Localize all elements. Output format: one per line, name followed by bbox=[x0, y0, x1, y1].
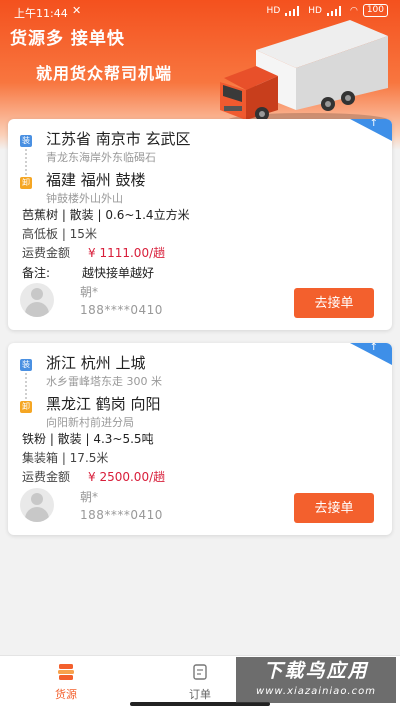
unload-address: 钟鼓楼外山外山 bbox=[46, 192, 123, 205]
corner-badge: ↑ bbox=[350, 119, 392, 143]
watermark-title: 下载鸟应用 bbox=[263, 660, 369, 682]
slogan-secondary: 就用货众帮司机端 bbox=[36, 64, 173, 83]
load-address: 青龙东海岸外东临碣石 bbox=[46, 151, 156, 164]
fee-value: ¥ 1111.00/趟 bbox=[88, 246, 166, 260]
shipper-name: 朝* bbox=[80, 285, 99, 299]
hd-label-1: HD bbox=[266, 5, 281, 16]
load-tag: 装 bbox=[20, 359, 32, 371]
avatar bbox=[20, 283, 54, 317]
avatar bbox=[20, 488, 54, 522]
hd-label-2: HD bbox=[308, 5, 322, 16]
arrow-up-icon: ↑ bbox=[369, 343, 378, 353]
unload-tag: 卸 bbox=[20, 401, 32, 413]
fee-label: 运费金额 bbox=[22, 246, 71, 260]
load-tag: 装 bbox=[20, 135, 32, 147]
fee-label: 运费金额 bbox=[22, 470, 71, 484]
route-connector bbox=[25, 149, 27, 175]
status-time: 上午11:44 bbox=[14, 7, 68, 20]
load-address: 水乡雷峰塔东走 300 米 bbox=[46, 375, 162, 388]
signal-icon bbox=[285, 5, 303, 16]
tab-cargo-label: 货源 bbox=[55, 688, 77, 701]
accept-order-button[interactable]: 去接单 bbox=[294, 493, 374, 523]
goods-info: 铁粉 | 散装 | 4.3~5.5吨 bbox=[22, 432, 154, 446]
unload-address: 向阳新村前进分局 bbox=[46, 416, 134, 429]
fee-value: ¥ 2500.00/趟 bbox=[88, 470, 166, 484]
order-card[interactable]: ↑ 装 卸 江苏省 南京市 玄武区 青龙东海岸外东临碣石 福建 福州 鼓楼 钟鼓… bbox=[8, 119, 392, 330]
tab-orders-label: 订单 bbox=[189, 688, 211, 701]
slogan-primary: 货源多 接单快 bbox=[10, 29, 125, 49]
mute-icon: ✕ bbox=[72, 4, 82, 17]
truck-illustration bbox=[220, 20, 388, 127]
cargo-stack-icon bbox=[56, 662, 76, 682]
watermark-url: www.xiazainiao.com bbox=[256, 686, 376, 697]
watermark-logo: 下载鸟应用 www.xiazainiao.com bbox=[236, 657, 396, 703]
route-connector bbox=[25, 373, 27, 399]
remark-label: 备注: bbox=[22, 266, 51, 280]
arrow-up-icon: ↑ bbox=[369, 119, 378, 129]
load-city: 浙江 杭州 上城 bbox=[46, 354, 146, 372]
shipper-phone: 188****0410 bbox=[80, 508, 163, 522]
truck-info: 高低板 | 15米 bbox=[22, 227, 97, 241]
signal-icon-2 bbox=[326, 5, 345, 16]
goods-info: 芭蕉树 | 散装 | 0.6~1.4立方米 bbox=[22, 208, 190, 222]
truck-info: 集装箱 | 17.5米 bbox=[22, 451, 109, 465]
wifi-icon: ◠ bbox=[349, 5, 358, 16]
accept-order-button[interactable]: 去接单 bbox=[294, 288, 374, 318]
load-city: 江苏省 南京市 玄武区 bbox=[46, 130, 191, 148]
order-card[interactable]: ↑ 装 卸 浙江 杭州 上城 水乡雷峰塔东走 300 米 黑龙江 鹤岗 向阳 向… bbox=[8, 343, 392, 535]
corner-badge: ↑ bbox=[350, 343, 392, 367]
tab-cargo[interactable]: 货源 bbox=[26, 662, 106, 702]
shipper-name: 朝* bbox=[80, 490, 99, 504]
order-icon bbox=[190, 662, 210, 682]
status-right: HD HD ◠ 100 bbox=[267, 4, 388, 17]
shipper-phone: 188****0410 bbox=[80, 303, 163, 317]
remark-value: 越快接单越好 bbox=[82, 266, 155, 280]
unload-city: 福建 福州 鼓楼 bbox=[46, 171, 146, 189]
battery-icon: 100 bbox=[362, 4, 388, 17]
unload-city: 黑龙江 鹤岗 向阳 bbox=[46, 395, 161, 413]
tab-orders[interactable]: 订单 bbox=[160, 662, 240, 702]
unload-tag: 卸 bbox=[20, 177, 32, 189]
